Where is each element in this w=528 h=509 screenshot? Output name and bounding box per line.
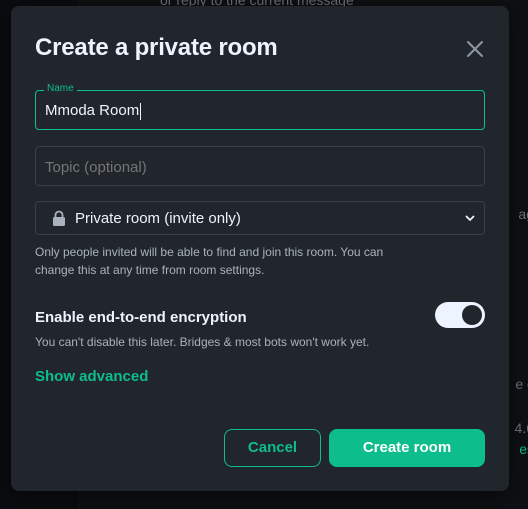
text-caret	[140, 102, 142, 120]
close-button[interactable]	[465, 39, 485, 59]
chevron-down-icon	[465, 215, 475, 221]
toggle-knob	[462, 305, 482, 325]
background-fragment: es	[519, 441, 528, 457]
create-room-dialog: Create a private room Name Mmoda Room Pr…	[11, 6, 509, 491]
lock-icon	[53, 210, 65, 226]
room-name-field[interactable]: Name Mmoda Room	[35, 83, 485, 130]
background-fragment: ag	[518, 206, 528, 222]
cancel-button[interactable]: Cancel	[224, 429, 321, 467]
show-advanced-link[interactable]: Show advanced	[35, 368, 148, 385]
dialog-title: Create a private room	[35, 34, 278, 61]
encryption-toggle[interactable]	[435, 302, 485, 328]
topic-input[interactable]	[45, 157, 465, 177]
room-name-input[interactable]: Mmoda Room	[45, 101, 142, 121]
encryption-label: Enable end-to-end encryption	[35, 309, 247, 326]
encryption-description: You can't disable this later. Bridges & …	[35, 335, 370, 349]
room-topic-field[interactable]	[35, 146, 485, 186]
room-name-value: Mmoda Room	[45, 102, 140, 119]
room-name-label: Name	[44, 83, 77, 94]
room-visibility-value: Private room (invite only)	[75, 210, 241, 227]
create-room-button[interactable]: Create room	[329, 429, 485, 467]
room-visibility-dropdown[interactable]: Private room (invite only)	[35, 201, 485, 235]
background-fragment: e c	[515, 376, 528, 392]
close-icon	[467, 41, 483, 57]
visibility-help-text: Only people invited will be able to find…	[35, 245, 384, 277]
background-fragment: 4.6	[514, 420, 528, 436]
